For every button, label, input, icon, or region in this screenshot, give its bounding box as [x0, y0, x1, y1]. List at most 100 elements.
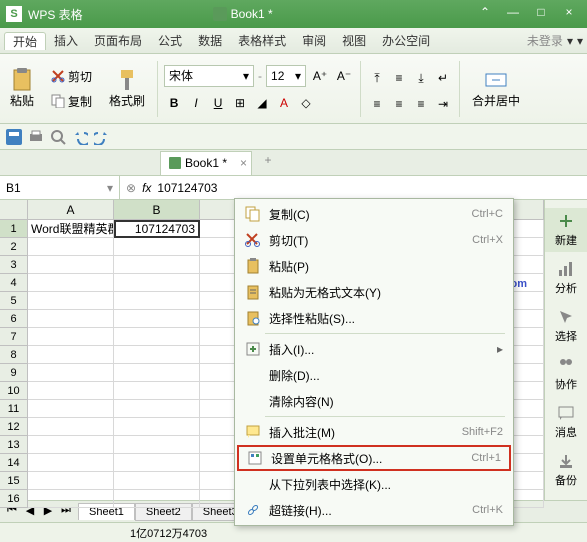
- sp-collab[interactable]: 协作: [545, 352, 587, 396]
- sp-message[interactable]: 消息: [545, 400, 587, 444]
- cell[interactable]: [114, 328, 200, 346]
- save-icon[interactable]: [6, 129, 22, 145]
- row-header[interactable]: 4: [0, 274, 28, 292]
- cell[interactable]: [114, 454, 200, 472]
- close-button[interactable]: ×: [557, 5, 581, 23]
- cell[interactable]: [114, 436, 200, 454]
- maximize-button[interactable]: □: [529, 5, 553, 23]
- cell[interactable]: [28, 346, 114, 364]
- context-menu-item[interactable]: 设置单元格格式(O)...Ctrl+1: [237, 445, 511, 471]
- cell[interactable]: [114, 382, 200, 400]
- select-all-corner[interactable]: [0, 200, 28, 219]
- cell[interactable]: [114, 274, 200, 292]
- row-header[interactable]: 8: [0, 346, 28, 364]
- sp-analyze[interactable]: 分析: [545, 256, 587, 300]
- cell[interactable]: [114, 418, 200, 436]
- col-header-b[interactable]: B: [114, 200, 200, 219]
- menu-office[interactable]: 办公空间: [374, 32, 438, 49]
- sp-select[interactable]: 选择: [545, 304, 587, 348]
- cell[interactable]: [28, 400, 114, 418]
- cancel-formula-icon[interactable]: ⊗: [126, 181, 136, 195]
- undo-icon[interactable]: [72, 129, 88, 145]
- cell[interactable]: [28, 328, 114, 346]
- fx-icon[interactable]: fx: [142, 181, 151, 195]
- cell[interactable]: [28, 472, 114, 490]
- cell[interactable]: [28, 490, 114, 508]
- menu-review[interactable]: 审阅: [294, 32, 334, 49]
- col-header-a[interactable]: A: [28, 200, 114, 219]
- font-grow-button[interactable]: A⁺: [310, 66, 330, 86]
- context-menu-item[interactable]: 粘贴为无格式文本(Y): [237, 279, 511, 305]
- doc-tab[interactable]: Book1 * ×: [160, 151, 252, 175]
- wrap-text-button[interactable]: ↵: [433, 68, 453, 88]
- row-header[interactable]: 10: [0, 382, 28, 400]
- border-button[interactable]: ⊞: [230, 93, 250, 113]
- align-right-button[interactable]: ≡: [411, 94, 431, 114]
- cell[interactable]: [28, 436, 114, 454]
- cell[interactable]: [28, 274, 114, 292]
- cell[interactable]: 107124703: [114, 220, 200, 238]
- cell[interactable]: [28, 238, 114, 256]
- italic-button[interactable]: I: [186, 93, 206, 113]
- context-menu-item[interactable]: 插入(I)...▸: [237, 336, 511, 362]
- menu-start[interactable]: 开始: [4, 32, 46, 50]
- font-name-select[interactable]: 宋体▾: [164, 65, 254, 87]
- row-header[interactable]: 5: [0, 292, 28, 310]
- cell[interactable]: [114, 238, 200, 256]
- merge-center-button[interactable]: 合并居中: [466, 66, 526, 111]
- row-header[interactable]: 15: [0, 472, 28, 490]
- menu-view[interactable]: 视图: [334, 32, 374, 49]
- row-header[interactable]: 16: [0, 490, 28, 508]
- cell[interactable]: [114, 400, 200, 418]
- cell[interactable]: [28, 364, 114, 382]
- menu-table-style[interactable]: 表格样式: [230, 32, 294, 49]
- align-center-button[interactable]: ≡: [389, 94, 409, 114]
- cell[interactable]: [28, 310, 114, 328]
- context-menu-item[interactable]: 超链接(H)...Ctrl+K: [237, 497, 511, 523]
- preview-icon[interactable]: [50, 129, 66, 145]
- redo-icon[interactable]: [94, 129, 110, 145]
- cell[interactable]: [114, 256, 200, 274]
- context-menu-item[interactable]: 粘贴(P): [237, 253, 511, 279]
- cell[interactable]: [28, 292, 114, 310]
- login-status[interactable]: 未登录: [527, 32, 563, 49]
- menu-data[interactable]: 数据: [190, 32, 230, 49]
- row-header[interactable]: 7: [0, 328, 28, 346]
- print-icon[interactable]: [28, 129, 44, 145]
- cell[interactable]: Word联盟精英群: [28, 220, 114, 238]
- context-menu-item[interactable]: 插入批注(M)Shift+F2: [237, 419, 511, 445]
- row-header[interactable]: 11: [0, 400, 28, 418]
- cell[interactable]: [28, 454, 114, 472]
- row-header[interactable]: 14: [0, 454, 28, 472]
- cell[interactable]: [114, 310, 200, 328]
- cell[interactable]: [114, 346, 200, 364]
- name-box[interactable]: B1▾: [0, 176, 120, 199]
- menu-formula[interactable]: 公式: [150, 32, 190, 49]
- cell[interactable]: [28, 418, 114, 436]
- sp-backup[interactable]: 备份: [545, 448, 587, 492]
- context-menu-item[interactable]: 删除(D)...: [237, 362, 511, 388]
- context-menu-item[interactable]: 复制(C)Ctrl+C: [237, 201, 511, 227]
- font-color-button[interactable]: A: [274, 93, 294, 113]
- underline-button[interactable]: U: [208, 93, 228, 113]
- ribbon-collapse-icon[interactable]: ⌃: [473, 5, 497, 23]
- fill-color-button[interactable]: ◢: [252, 93, 272, 113]
- cell[interactable]: [114, 292, 200, 310]
- font-shrink-button[interactable]: A⁻: [334, 66, 354, 86]
- row-header[interactable]: 3: [0, 256, 28, 274]
- align-middle-button[interactable]: ≡: [389, 68, 409, 88]
- minimize-button[interactable]: —: [501, 5, 525, 23]
- sp-new[interactable]: 新建: [545, 208, 587, 252]
- cell[interactable]: [28, 382, 114, 400]
- format-painter-button[interactable]: 格式刷: [103, 66, 151, 111]
- indent-button[interactable]: ⇥: [433, 94, 453, 114]
- row-header[interactable]: 12: [0, 418, 28, 436]
- copy-button[interactable]: 复制: [46, 90, 97, 113]
- context-menu-item[interactable]: 从下拉列表中选择(K)...: [237, 471, 511, 497]
- cell[interactable]: [114, 364, 200, 382]
- context-menu-item[interactable]: 剪切(T)Ctrl+X: [237, 227, 511, 253]
- menu-layout[interactable]: 页面布局: [86, 32, 150, 49]
- new-tab-button[interactable]: +: [258, 153, 278, 173]
- help-icon[interactable]: ▾: [577, 34, 583, 48]
- align-bottom-button[interactable]: ⤓: [411, 68, 431, 88]
